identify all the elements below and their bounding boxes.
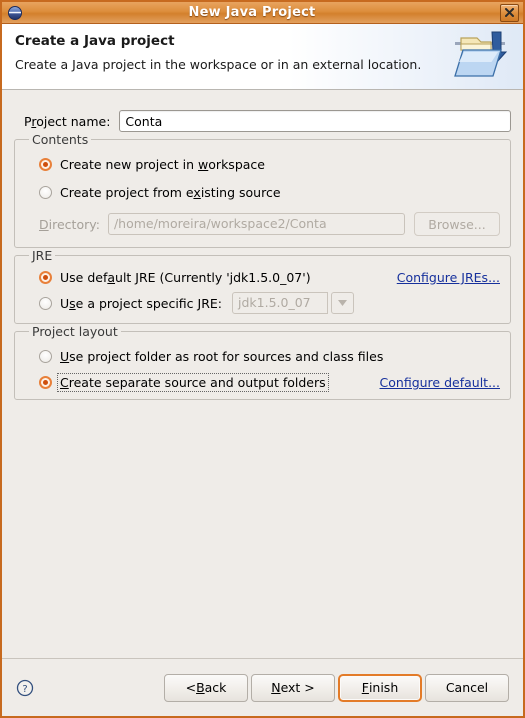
jre-default-line: Use default JRE (Currently 'jdk1.5.0_07'… (39, 270, 500, 285)
jre-combo-value: jdk1.5.0_07 (232, 292, 329, 314)
chevron-down-icon (331, 292, 355, 314)
close-icon (505, 8, 514, 17)
help-question-icon[interactable]: ? (16, 679, 34, 697)
button-group: < Back Next > Finish Cancel (164, 673, 509, 702)
title-bar: New Java Project (2, 2, 523, 24)
radio-use-default-jre[interactable] (39, 271, 52, 284)
cancel-button[interactable]: Cancel (425, 673, 509, 702)
radio-label: Use a project specific JRE: (60, 295, 223, 311)
project-name-input[interactable] (119, 110, 511, 132)
wizard-header: Create a Java project Create a Java proj… (2, 24, 523, 90)
directory-input: /home/moreira/workspace2/Conta (107, 213, 405, 235)
radio-use-project-folder-as-root[interactable]: Use project folder as root for sources a… (39, 345, 500, 367)
jre-group-legend: JRE (32, 248, 53, 263)
contents-group-legend: Contents (32, 132, 89, 147)
java-sphere-icon (6, 4, 24, 22)
project-layout-group-legend: Project layout (32, 324, 118, 339)
browse-button: Browse... (414, 212, 500, 236)
radio-use-project-specific-jre[interactable] (39, 296, 52, 310)
radio-indicator[interactable] (39, 349, 52, 363)
project-name-row: Project name: (14, 110, 511, 132)
radio-indicator[interactable] (39, 157, 52, 171)
svg-text:?: ? (22, 684, 27, 695)
radio-label: Create new project in workspace (60, 156, 265, 172)
radio-label: Use default JRE (Currently 'jdk1.5.0_07'… (60, 270, 311, 285)
directory-row: Directory: /home/moreira/workspace2/Cont… (39, 212, 500, 236)
back-button[interactable]: < Back (164, 673, 248, 702)
radio-label: Create project from existing source (60, 184, 281, 200)
radio-label: Use project folder as root for sources a… (60, 348, 384, 364)
jre-specific-line: Use a project specific JRE: jdk1.5.0_07 (39, 292, 500, 314)
project-layout-separate-line: Create separate source and output folder… (39, 373, 500, 392)
window-title: New Java Project (188, 5, 316, 20)
jre-group: JRE Use default JRE (Currently 'jdk1.5.0… (14, 248, 511, 324)
dialog-footer: ? < Back Next > Finish Cancel (2, 658, 523, 716)
directory-label: Directory: (39, 216, 100, 232)
radio-label: Create separate source and output folder… (57, 373, 329, 392)
project-name-label: Project name: (24, 113, 111, 129)
next-button[interactable]: Next > (251, 673, 335, 702)
page-title: Create a Java project (15, 33, 175, 49)
page-description: Create a Java project in the workspace o… (15, 57, 422, 72)
contents-group: Contents Create new project in workspace… (14, 132, 511, 248)
java-project-folder-icon (453, 30, 511, 82)
dialog-body: Project name: Contents Create new projec… (2, 90, 523, 658)
radio-create-separate-source-and-output-folders[interactable] (39, 376, 52, 389)
configure-default-link[interactable]: Configure default... (380, 375, 500, 390)
radio-indicator[interactable] (39, 185, 52, 199)
radio-create-project-from-existing-source[interactable]: Create project from existing source (39, 181, 500, 203)
project-layout-group: Project layout Use project folder as roo… (14, 324, 511, 400)
new-java-project-dialog: New Java Project Create a Java project C… (0, 0, 525, 718)
close-button[interactable] (500, 3, 519, 22)
radio-create-new-project-in-workspace[interactable]: Create new project in workspace (39, 153, 500, 175)
configure-jres-link[interactable]: Configure JREs... (397, 270, 500, 285)
jre-combo: jdk1.5.0_07 (232, 292, 355, 314)
finish-button[interactable]: Finish (338, 673, 422, 702)
